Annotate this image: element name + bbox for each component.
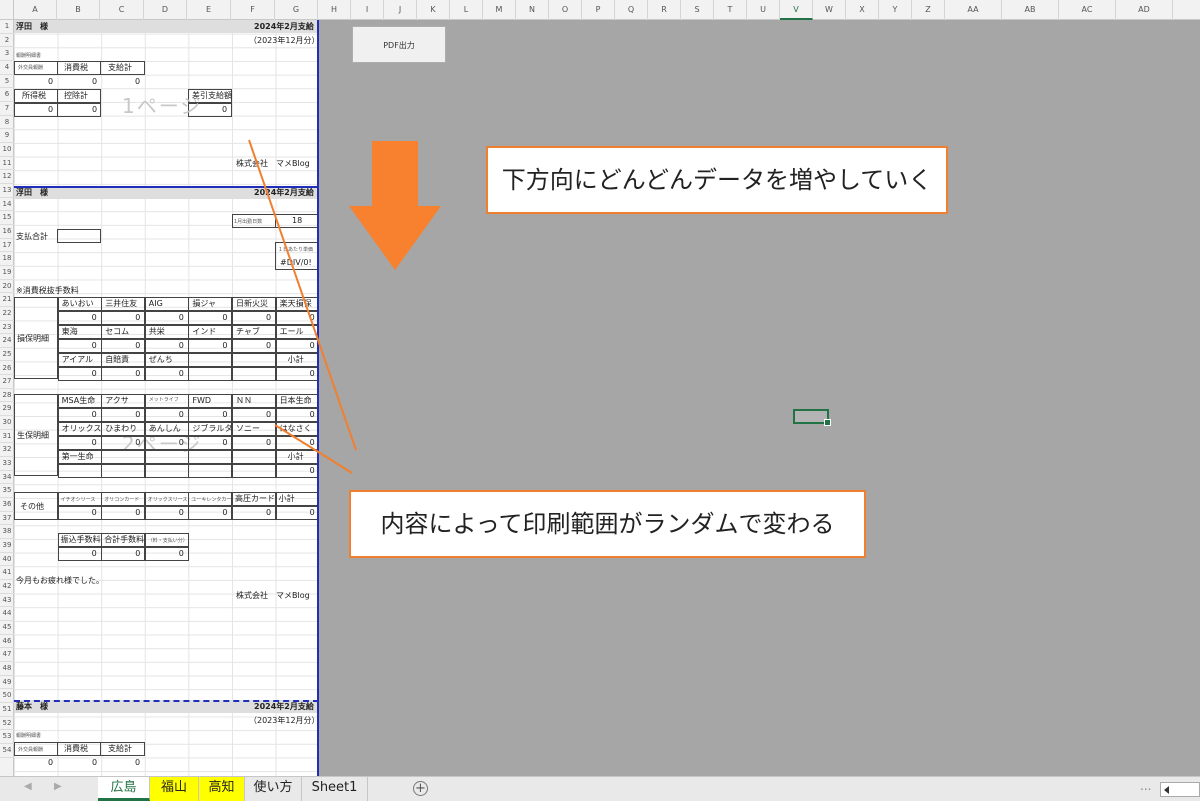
selected-cell[interactable]	[793, 409, 831, 426]
annotation-overlay	[248, 139, 441, 474]
horizontal-scrollbar[interactable]	[1160, 782, 1200, 797]
scroll-left-icon[interactable]	[1164, 786, 1169, 794]
sheet-tab-3[interactable]: 使い方	[245, 777, 302, 801]
add-sheet-icon[interactable]: +	[413, 781, 428, 796]
sheet-tab-0[interactable]: 広島	[98, 777, 150, 801]
tab-scroll-left-icon[interactable]: ◀	[24, 781, 32, 792]
tab-scroll-right-icon[interactable]: ▶	[54, 781, 62, 792]
down-arrow-icon	[349, 141, 441, 270]
tab-overflow[interactable]: ...	[1140, 779, 1151, 793]
pointer-line	[248, 139, 357, 451]
sheet-tab-4[interactable]: Sheet1	[302, 777, 368, 801]
worksheet-area[interactable]: A B C D E F G H I J K L M N O P Q R S T U V W X Y Z AA AB AC AD 12345…	[0, 0, 1200, 776]
sheet-tab-1[interactable]: 福山	[150, 777, 199, 801]
sheet-tab-2[interactable]: 高知	[199, 777, 245, 801]
pointer-line	[274, 424, 353, 474]
sheet-tab-bar: ◀ ▶ 広島 福山 高知 使い方 Sheet1 + ...	[0, 776, 1200, 801]
